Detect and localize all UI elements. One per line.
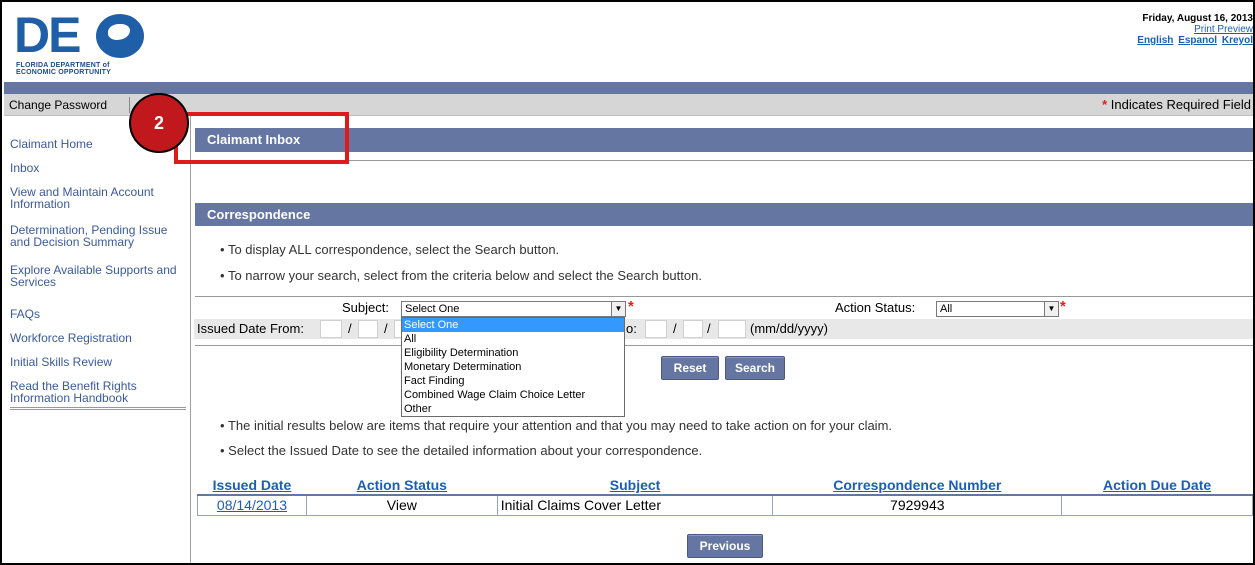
- issued-date-to-label: o:: [626, 321, 637, 336]
- previous-button[interactable]: Previous: [687, 534, 763, 558]
- to-year-input[interactable]: [718, 320, 746, 338]
- sidebar-item-supports[interactable]: Explore Available Supports and Services: [10, 264, 185, 288]
- table-header-row: Issued Date Action Status Subject Corres…: [197, 476, 1253, 496]
- required-star: *: [1102, 97, 1108, 112]
- subject-label: Subject:: [342, 300, 389, 315]
- col-action-status[interactable]: Action Status: [306, 476, 498, 496]
- table-row: 08/14/2013 View Initial Claims Cover Let…: [197, 494, 1253, 516]
- col-issued-date[interactable]: Issued Date: [197, 476, 307, 496]
- subject-required-star: *: [628, 298, 634, 315]
- subject-option[interactable]: Combined Wage Claim Choice Letter: [402, 388, 624, 402]
- toolbar-separator: [129, 97, 130, 113]
- results-bullet: • Select the Issued Date to see the deta…: [220, 443, 703, 458]
- subject-cell: Initial Claims Cover Letter: [496, 494, 774, 516]
- action-status-required-star: *: [1060, 298, 1066, 315]
- action-status-value: All: [940, 303, 953, 315]
- sidebar-nav: Claimant Home Inbox View and Maintain Ac…: [4, 116, 191, 563]
- logo-subtitle-line2: ECONOMIC OPPORTUNITY: [16, 69, 112, 76]
- from-day-input[interactable]: [358, 320, 378, 338]
- deo-logo[interactable]: DE FLORIDA DEPARTMENT of ECONOMIC OPPORT…: [14, 10, 149, 78]
- results-text: The initial results below are items that…: [227, 418, 893, 433]
- instruction-text: To display ALL correspondence, select th…: [227, 242, 560, 257]
- claimant-inbox-header: Claimant Inbox: [195, 128, 1253, 152]
- col-action-due-date[interactable]: Action Due Date: [1061, 476, 1253, 496]
- lang-english-link[interactable]: English: [1137, 35, 1173, 46]
- date-slash: /: [673, 321, 677, 336]
- sidebar-item-skills-review[interactable]: Initial Skills Review: [10, 356, 185, 368]
- header: DE FLORIDA DEPARTMENT of ECONOMIC OPPORT…: [4, 4, 1253, 82]
- subject-select[interactable]: Select One ▼: [401, 301, 626, 317]
- subject-option[interactable]: Monetary Determination: [402, 360, 624, 374]
- instruction-text: To narrow your search, select from the c…: [227, 268, 702, 283]
- header-blue-bar: [4, 82, 1253, 94]
- date-slash: /: [348, 321, 352, 336]
- criteria-divider: [195, 345, 1253, 346]
- to-day-input[interactable]: [683, 320, 703, 338]
- results-text: Select the Issued Date to see the detail…: [228, 443, 703, 458]
- sidebar-item-inbox[interactable]: Inbox: [10, 162, 185, 174]
- results-bullet: • The initial results below are items th…: [220, 418, 893, 433]
- date-format-hint: (mm/dd/yyyy): [750, 321, 828, 336]
- callout-step-badge: 2: [129, 93, 189, 153]
- action-status-label: Action Status:: [835, 300, 916, 315]
- subject-option[interactable]: All: [402, 332, 624, 346]
- required-field-note: * Indicates Required Field: [1102, 97, 1251, 112]
- logo-letters: DE: [14, 7, 81, 63]
- sidebar-item-workforce[interactable]: Workforce Registration: [10, 332, 185, 344]
- logo-subtitle: FLORIDA DEPARTMENT of ECONOMIC OPPORTUNI…: [16, 62, 111, 76]
- sidebar-item-account-info[interactable]: View and Maintain Account Information: [10, 186, 185, 210]
- current-date: Friday, August 16, 2013: [1142, 13, 1253, 24]
- subject-option[interactable]: Eligibility Determination: [402, 346, 624, 360]
- lang-espanol-link[interactable]: Espanol: [1178, 35, 1217, 46]
- subject-dropdown-list[interactable]: Select One All Eligibility Determination…: [401, 317, 625, 417]
- subject-option[interactable]: Select One: [402, 318, 624, 332]
- sidebar-item-faqs[interactable]: FAQs: [10, 308, 185, 320]
- action-status-cell: View: [305, 494, 498, 516]
- change-password-link[interactable]: Change Password: [9, 98, 107, 112]
- instruction-bullet: • To narrow your search, select from the…: [220, 268, 702, 283]
- instruction-bullet: • To display ALL correspondence, select …: [220, 242, 560, 257]
- subject-option[interactable]: Other: [402, 402, 624, 416]
- reset-button[interactable]: Reset: [661, 356, 719, 380]
- from-month-input[interactable]: [320, 320, 342, 338]
- print-preview-link[interactable]: Print Preview: [1194, 24, 1253, 35]
- criteria-divider: [195, 296, 1253, 297]
- search-button[interactable]: Search: [725, 356, 785, 380]
- inbox-divider: [195, 160, 1253, 161]
- sidebar-rule: [10, 407, 186, 410]
- callout-highlight-box: [174, 112, 349, 164]
- logo-globe-icon: [96, 14, 144, 58]
- required-note-text: Indicates Required Field: [1110, 97, 1251, 112]
- subject-option[interactable]: Fact Finding: [402, 374, 624, 388]
- chevron-down-icon[interactable]: ▼: [1044, 302, 1058, 316]
- header-right: Friday, August 16, 2013 Print Preview En…: [1135, 13, 1253, 46]
- sidebar-item-handbook[interactable]: Read the Benefit Rights Information Hand…: [10, 380, 185, 404]
- date-slash: /: [384, 321, 388, 336]
- date-slash: /: [707, 321, 711, 336]
- issued-date-from-label: Issued Date From:: [197, 321, 304, 336]
- col-subject[interactable]: Subject: [497, 476, 773, 496]
- correspondence-header: Correspondence: [195, 203, 1253, 226]
- lang-kreyol-link[interactable]: Kreyol: [1222, 35, 1253, 46]
- issued-date-link[interactable]: 08/14/2013: [197, 494, 307, 516]
- col-correspondence-number[interactable]: Correspondence Number: [772, 476, 1062, 496]
- language-links: English Espanol Kreyol: [1135, 35, 1253, 46]
- logo-subtitle-line1: FLORIDA DEPARTMENT of: [16, 62, 110, 69]
- correspondence-number-cell: 7929943: [772, 494, 1063, 516]
- action-due-date-cell: [1061, 494, 1253, 516]
- page-frame: DE FLORIDA DEPARTMENT of ECONOMIC OPPORT…: [0, 0, 1255, 565]
- to-month-input[interactable]: [645, 320, 667, 338]
- correspondence-table: Issued Date Action Status Subject Corres…: [197, 476, 1253, 516]
- chevron-down-icon[interactable]: ▼: [611, 302, 625, 316]
- subject-select-value: Select One: [405, 303, 460, 315]
- sidebar-item-determination[interactable]: Determination, Pending Issue and Decisio…: [10, 224, 185, 248]
- action-status-select[interactable]: All ▼: [936, 301, 1059, 317]
